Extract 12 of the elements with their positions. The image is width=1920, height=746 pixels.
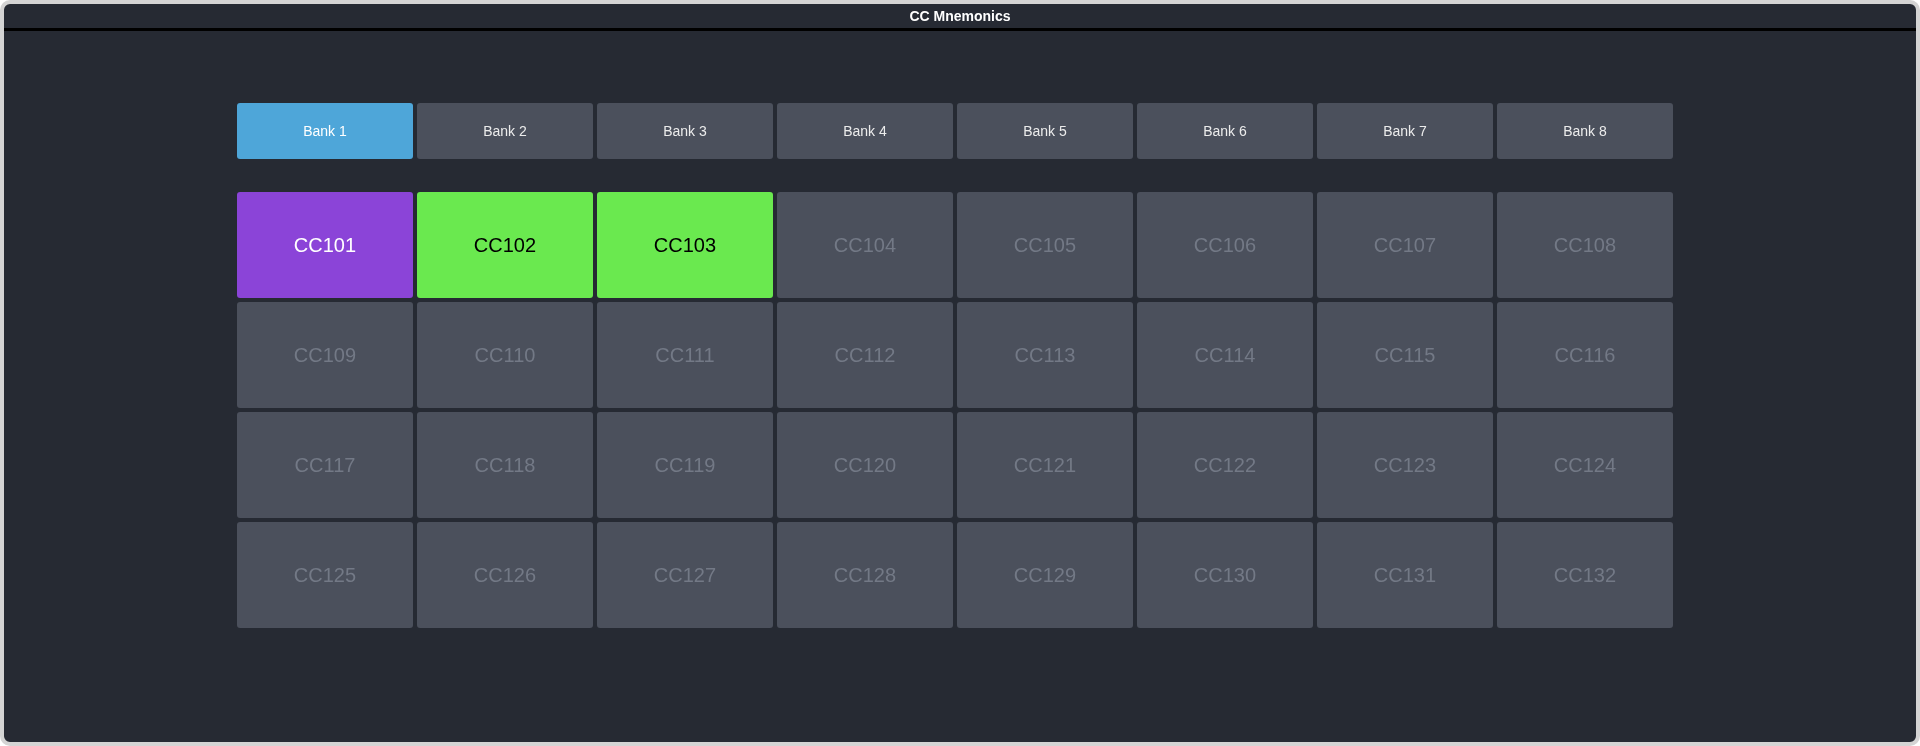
bank-tab[interactable]: Bank 1 bbox=[237, 103, 413, 159]
bank-tab[interactable]: Bank 8 bbox=[1497, 103, 1673, 159]
mnemonic-button[interactable]: CC101 bbox=[237, 192, 413, 298]
mnemonic-button[interactable]: CC102 bbox=[417, 192, 593, 298]
bank-tab[interactable]: Bank 7 bbox=[1317, 103, 1493, 159]
window-title: CC Mnemonics bbox=[909, 8, 1011, 24]
bank-tab[interactable]: Bank 4 bbox=[777, 103, 953, 159]
bank-tab[interactable]: Bank 3 bbox=[597, 103, 773, 159]
bank-tab[interactable]: Bank 2 bbox=[417, 103, 593, 159]
bank-tab[interactable]: Bank 6 bbox=[1137, 103, 1313, 159]
bank-tab[interactable]: Bank 5 bbox=[957, 103, 1133, 159]
mnemonic-button[interactable]: CC103 bbox=[597, 192, 773, 298]
